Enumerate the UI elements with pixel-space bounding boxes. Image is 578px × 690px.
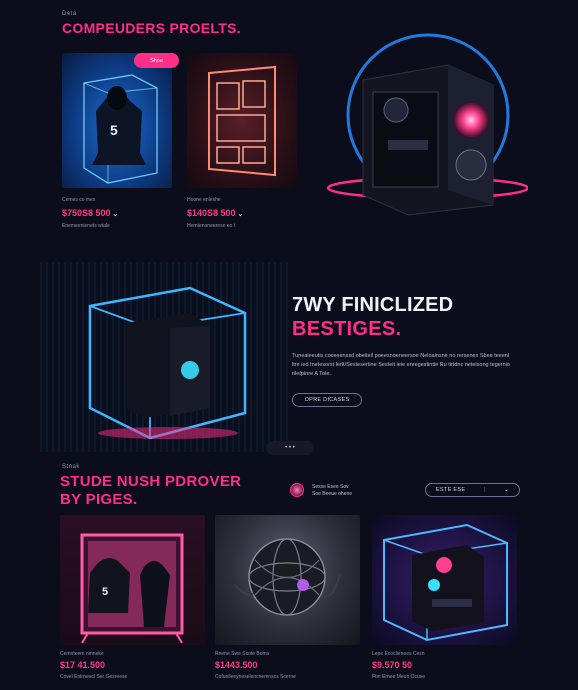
divider: | (483, 487, 486, 493)
product-card-sphere[interactable] (215, 515, 360, 645)
product-caption-top: Cemes co mes (62, 197, 96, 203)
section3-title-line1: STUDE NUSH PDROVER (60, 473, 242, 490)
section3-eyebrow: Stnak (62, 464, 80, 470)
open-details-button[interactable]: OPRE DICASES (292, 393, 362, 407)
hoodie-display-case-icon: 5 (80, 533, 184, 644)
product-caption-bottom: Cofuelleeyneselencnemnscs Scerne (215, 674, 296, 680)
product-price[interactable]: $140S8 500 ⌄ (187, 208, 243, 218)
product-caption-top: Hoone enleshe (187, 197, 221, 203)
product-price[interactable]: $1443.500 (215, 660, 258, 670)
product-caption-bottom: Ftet Ernee Meon Ocuse (372, 674, 426, 680)
neon-frame-icon (208, 65, 276, 177)
product-card-hoodie-display[interactable]: 5 (60, 515, 205, 645)
feature-body-text: Tuneaieeutis coceeenssd obeiteil poeesno… (292, 353, 510, 377)
product-card-hoodie[interactable]: 5 (62, 53, 172, 188)
user-line1: Sesse Esee Sov (312, 484, 349, 490)
product-price[interactable]: $17 41.500 (60, 660, 105, 670)
carousel-pager[interactable]: • • • (266, 441, 314, 455)
section1-eyebrow: Deta (62, 11, 77, 17)
filter-label: ESTE ESE (436, 487, 466, 493)
product-caption-top: Cemnteem nmneke (60, 651, 104, 657)
hero-pc-case (318, 30, 530, 220)
section3-title-line2: BY PIGES. (60, 491, 138, 508)
chevron-down-icon: ⌄ (112, 211, 119, 218)
show-badge-button[interactable]: Shoe (134, 53, 179, 68)
product-caption-top: Rnene Swe Scote Boms (215, 651, 270, 657)
product-price[interactable]: $750S8 500 ⌄ (62, 208, 118, 218)
avatar[interactable] (290, 483, 304, 497)
product-caption-bottom: Enemeenienets wtale (62, 223, 110, 229)
filter-dropdown[interactable]: ESTE ESE | ⌄ (425, 483, 520, 497)
svg-text:5: 5 (110, 122, 118, 138)
svg-text:5: 5 (102, 586, 108, 598)
section1-title: COMPEUDERS PROELTS. (62, 20, 241, 36)
user-line2: Soe Beeue ohene (312, 491, 353, 497)
chevron-down-icon: ⌄ (237, 211, 244, 218)
price-value: $140S8 500 (187, 208, 236, 218)
price-value: $750S8 500 (62, 208, 111, 218)
feature-title-line2: BESTIGES. (292, 318, 402, 340)
product-card-pc-cube[interactable] (372, 515, 517, 645)
chevron-down-icon: ⌄ (504, 487, 509, 493)
pc-in-neon-cube-icon (383, 523, 508, 642)
product-caption-bottom: Hemtenoneerese eo t (187, 223, 236, 229)
feature-title-line1: 7WY FINICLIZED (292, 294, 454, 316)
product-price[interactable]: $9.570 50 (372, 660, 412, 670)
product-caption-bottom: Covel Estrneecl Ser Gesreese (60, 674, 128, 680)
pc-in-neon-cube-icon (88, 286, 247, 440)
feature-pc-cube (80, 278, 260, 448)
cable-sphere-icon (234, 538, 341, 616)
hoodie-in-neon-cube-icon: 5 (83, 74, 158, 184)
product-caption-top: Lepe Ecoclienees Cesn (372, 651, 425, 657)
product-card-neon-frame[interactable] (187, 53, 297, 188)
pc-case-neon-ring-icon (326, 33, 530, 216)
